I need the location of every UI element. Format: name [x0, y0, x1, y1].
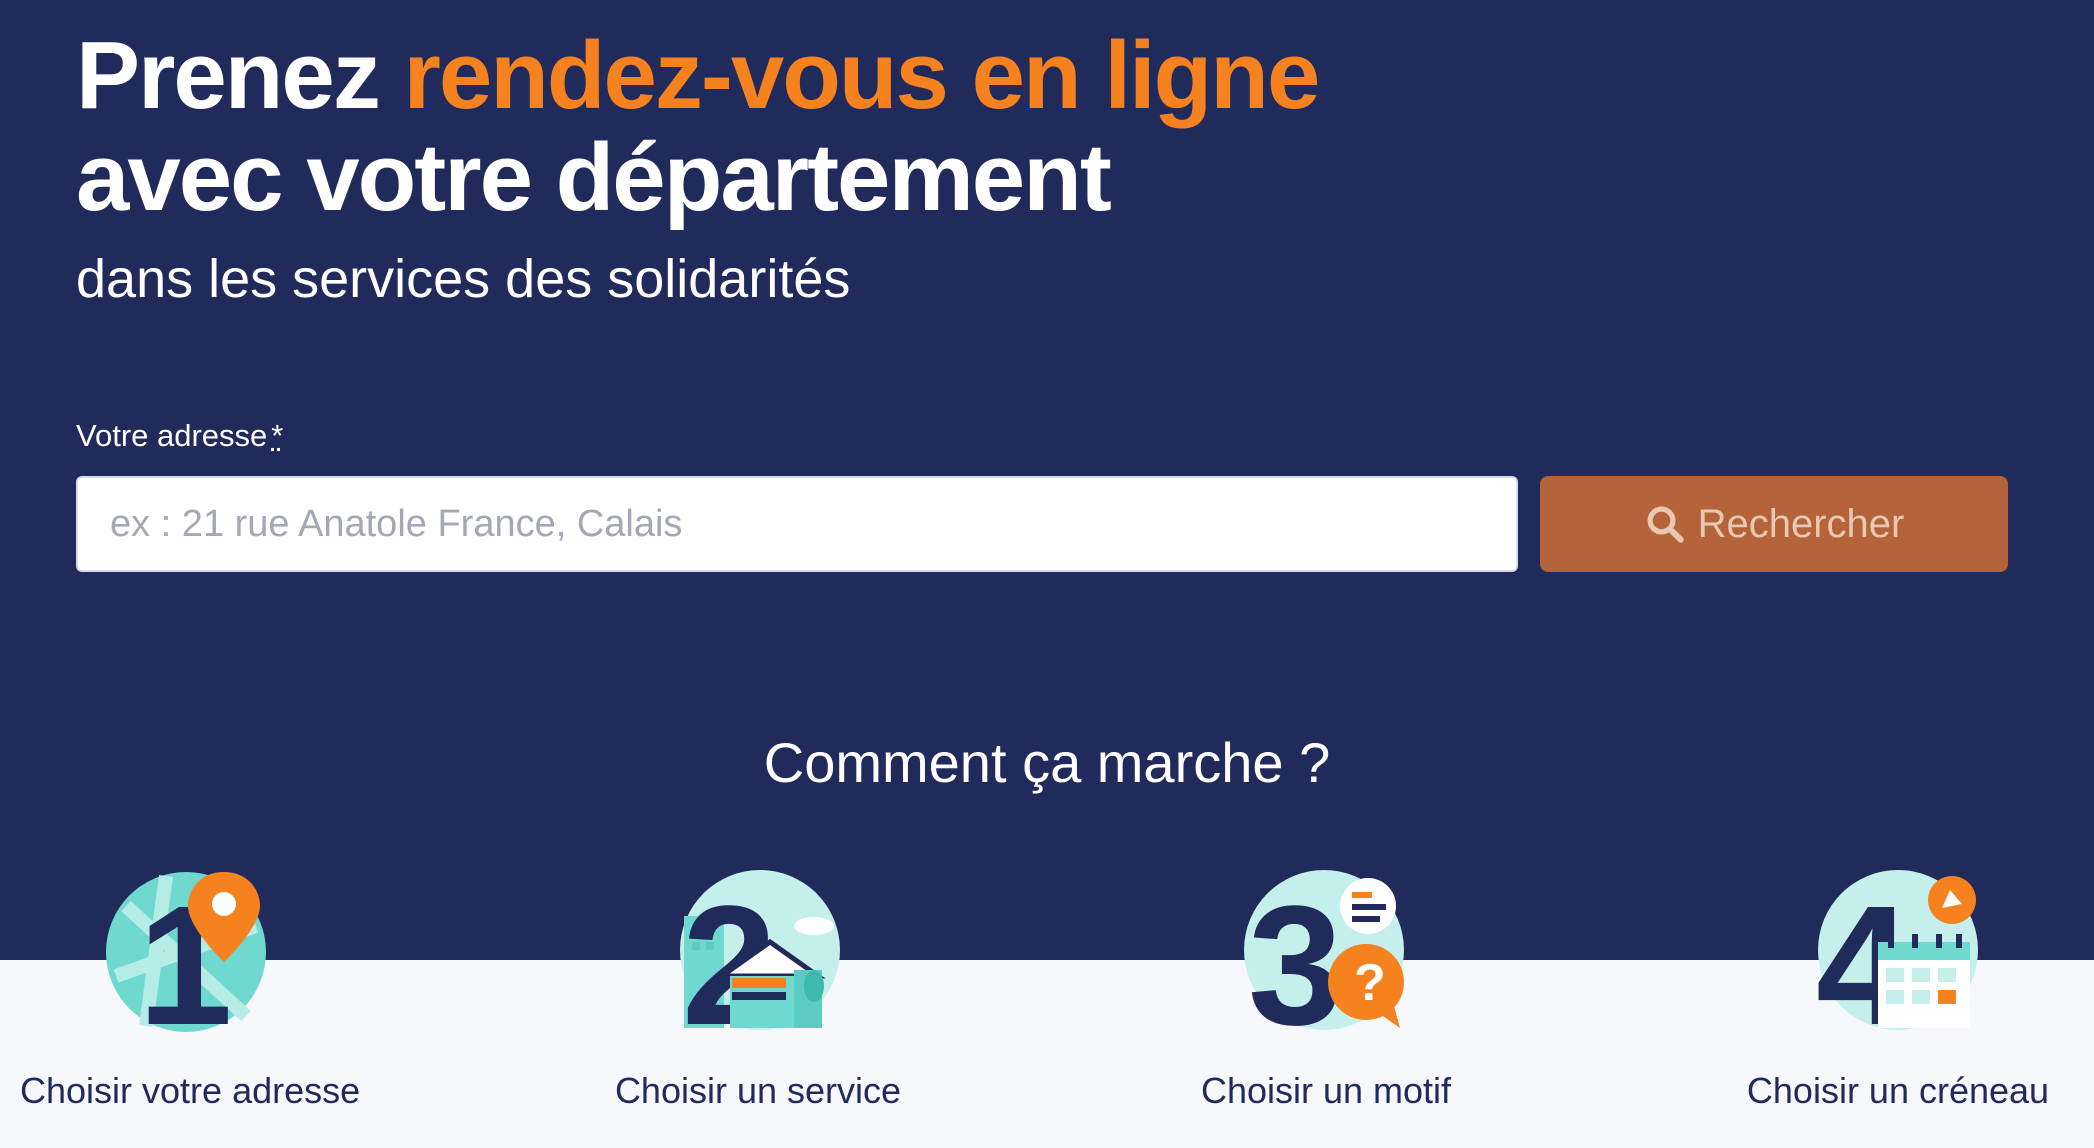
hero-section: Prenez rendez-vous en ligne avec votre d… — [0, 0, 2094, 960]
search-button[interactable]: Rechercher — [1540, 476, 2008, 572]
address-label-text: Votre adresse — [76, 418, 268, 453]
step-label-creneau: Choisir un créneau — [1746, 1070, 2050, 1111]
title-accent: rendez-vous en ligne — [403, 22, 1320, 129]
search-icon — [1647, 506, 1684, 543]
step-label-motif: Choisir un motif — [1200, 1070, 1452, 1111]
address-label: Votre adresse * — [76, 418, 283, 454]
address-input[interactable] — [76, 476, 1518, 572]
step-label-service: Choisir un service — [614, 1070, 902, 1111]
page-title-line2: avec votre département — [76, 124, 1112, 231]
question-bubble-icon: 3 ? — [1244, 870, 1404, 1032]
search-button-label: Rechercher — [1697, 501, 1905, 546]
how-it-works-title: Comment ça marche ? — [763, 731, 1331, 794]
step-number-3: 3 — [1248, 871, 1343, 1032]
title-prefix: Prenez — [76, 22, 381, 129]
page-subtitle: dans les services des solidarités — [76, 249, 851, 309]
step-label-address: Choisir votre adresse — [20, 1070, 361, 1111]
svg-text:?: ? — [1354, 954, 1386, 1012]
calendar-icon: 4 — [1816, 870, 1978, 1032]
required-mark: * — [271, 418, 284, 453]
page-title-line1: Prenez rendez-vous en ligne — [76, 18, 1320, 134]
building-icon: 2 — [680, 870, 840, 1032]
map-pin-icon: 1 — [106, 871, 266, 1032]
